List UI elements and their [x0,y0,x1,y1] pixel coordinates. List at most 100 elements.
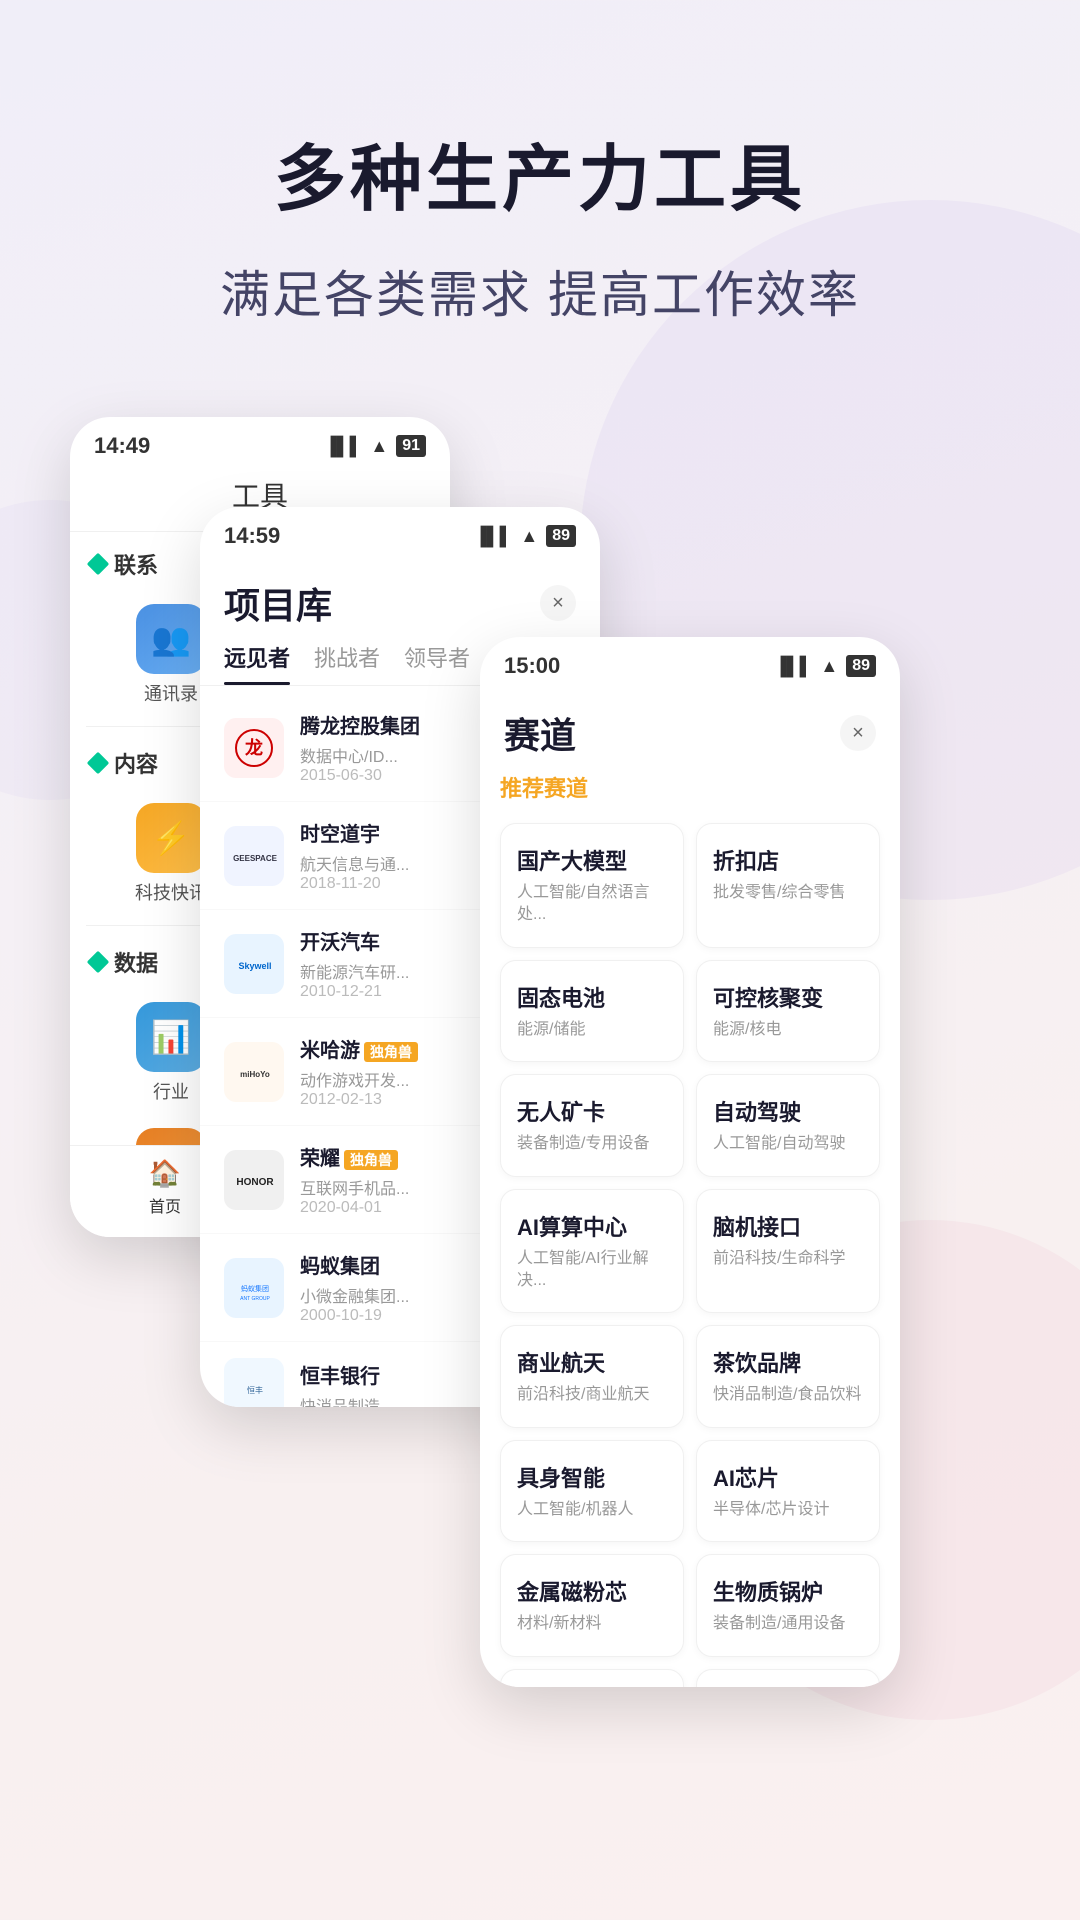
track-card-sub: 材料/新材料 [517,1613,667,1635]
company-date: 2015-06-30 [300,767,480,785]
track-card-sub: 装备制造/专用设备 [517,1133,667,1155]
battery-front: 89 [846,655,876,677]
status-bar-tools: 14:49 ▐▌▌ ▲ 91 [70,417,450,467]
wifi-icon-front: ▲ [820,656,838,677]
contacts-icon: 👥 [136,604,206,674]
independent-badge: 独角兽 [344,1150,398,1170]
company-info-hengfeng: 恒丰银行 快消品制造 [300,1360,480,1408]
company-name: 开沃汽车 [300,926,496,955]
svg-text:蚂蚁集团: 蚂蚁集团 [241,1284,269,1293]
diamond-icon-data [87,951,110,974]
company-name: 米哈游独角兽 [300,1034,496,1063]
company-desc: 新能源汽车研... [300,959,496,983]
track-card[interactable]: 可控核聚变 能源/核电 [696,960,880,1062]
project-library-title: 项目库 [224,577,332,629]
track-card-sub: 能源/储能 [517,1019,667,1041]
tech-news-label: 科技快讯 [135,879,207,905]
company-desc: 小微金融集团... [300,1283,496,1307]
track-card[interactable]: 国产大模型 人工智能/自然语言处... [500,823,684,948]
track-card[interactable]: 固态电池 能源/储能 [500,960,684,1062]
company-logo-tenglong: 龙 [224,718,284,778]
svg-text:GEESPACE: GEESPACE [233,854,278,863]
hero-title: 多种生产力工具 [0,120,1080,225]
industry-icon: 📊 [136,1002,206,1072]
track-card[interactable]: AI算算中心 人工智能/AI行业解决... [500,1189,684,1314]
time-front: 15:00 [504,653,560,679]
track-card[interactable]: 无人矿卡 装备制造/专用设备 [500,1074,684,1176]
recommended-track-label: 推荐赛道 [480,771,900,811]
wifi-icon: ▲ [370,436,388,457]
company-desc: 航天信息与通... [300,851,500,875]
track-card-title: 自动驾驶 [713,1095,863,1127]
track-card[interactable]: 碳纳米管 材料/新材料 [696,1669,880,1687]
track-card-title: 国产大模型 [517,844,667,876]
track-card-title: 商业航天 [517,1346,667,1378]
track-card-sub: 半导体/芯片设计 [713,1499,863,1521]
track-card[interactable]: 自动驾驶 人工智能/自动驾驶 [696,1074,880,1176]
track-card[interactable]: 生物质锅炉 装备制造/通用设备 [696,1554,880,1656]
hero-subtitle: 满足各类需求 提高工作效率 [0,255,1080,327]
track-card-title: 生物质锅炉 [713,1575,863,1607]
track-card-title: 金属磁粉芯 [517,1575,667,1607]
company-info-mihoyo: 米哈游独角兽 动作游戏开发... 2012-02-13 [300,1034,496,1109]
track-card[interactable]: 茶饮品牌 快消品制造/食品饮料 [696,1325,880,1427]
track-card-title: 可控核聚变 [713,981,863,1013]
svg-text:Skywell: Skywell [238,961,271,971]
company-desc: 互联网手机品... [300,1175,500,1199]
home-label: 首页 [149,1193,181,1217]
svg-text:ANT GROUP: ANT GROUP [240,1296,270,1302]
company-logo-skywell: Skywell [224,934,284,994]
hero-section: 多种生产力工具 满足各类需求 提高工作效率 [0,0,1080,387]
track-card-sub: 能源/核电 [713,1019,863,1041]
svg-text:龙: 龙 [245,737,263,758]
signal-icon-front: ▐▌▌ [774,656,812,677]
track-panel-title: 赛道 [504,707,576,759]
status-icons-tools: ▐▌▌ ▲ 91 [324,435,426,457]
track-close-btn[interactable]: × [840,715,876,751]
track-card[interactable]: 金属磁粉芯 材料/新材料 [500,1554,684,1656]
company-desc: 数据中心/ID... [300,743,480,767]
svg-text:miHoYo: miHoYo [240,1070,270,1079]
time-tools: 14:49 [94,433,150,459]
battery-tools: 91 [396,435,426,457]
track-card-title: 具身智能 [517,1461,667,1493]
track-card-title: AI算算中心 [517,1210,667,1242]
company-info-ant: 蚂蚁集团 小微金融集团... 2000-10-19 [300,1250,496,1325]
company-logo-ant: 蚂蚁集团 ANT GROUP [224,1258,284,1318]
track-card[interactable]: 脑机接口 前沿科技/生命科学 [696,1189,880,1314]
tab-challenger[interactable]: 挑战者 [314,641,380,685]
track-card[interactable]: AI芯片 半导体/芯片设计 [696,1440,880,1542]
track-card[interactable]: 具身智能 人工智能/机器人 [500,1440,684,1542]
track-card[interactable]: 折扣店 批发零售/综合零售 [696,823,880,948]
track-card[interactable]: 商业航天 前沿科技/商业航天 [500,1325,684,1427]
diamond-icon-contact [87,553,110,576]
tab-visionary[interactable]: 远见者 [224,641,290,685]
company-name: 时空道宇 [300,818,500,847]
track-card[interactable]: 放射性同位素 前沿科技/生命科学 [500,1669,684,1687]
status-icons-mid: ▐▌▌ ▲ 89 [474,525,576,547]
track-card-sub: 批发零售/综合零售 [713,882,863,904]
svg-text:恒丰: 恒丰 [247,1385,263,1395]
industry-label: 行业 [153,1078,189,1104]
track-card-title: 茶饮品牌 [713,1346,863,1378]
project-library-close[interactable]: × [540,585,576,621]
track-card-sub: 装备制造/通用设备 [713,1613,863,1635]
tab-leader[interactable]: 领导者 [404,641,470,685]
track-card-title: 折扣店 [713,844,863,876]
contacts-label: 通讯录 [144,680,198,706]
company-logo-mihoyo: miHoYo [224,1042,284,1102]
signal-icon-mid: ▐▌▌ [474,526,512,547]
company-date: 2000-10-19 [300,1307,496,1325]
status-bar-mid: 14:59 ▐▌▌ ▲ 89 [200,507,600,557]
phones-container: 14:49 ▐▌▌ ▲ 91 工具 联系 👥 通讯录 👤 人脉发现 [0,387,1080,1787]
company-logo-hengfeng: 恒丰 [224,1358,284,1407]
track-card-title: AI芯片 [713,1461,863,1493]
track-card-sub: 人工智能/自然语言处... [517,882,667,927]
battery-mid: 89 [546,525,576,547]
wifi-icon-mid: ▲ [520,526,538,547]
company-info-skywell: 开沃汽车 新能源汽车研... 2010-12-21 [300,926,496,1001]
company-logo-geespace: GEESPACE [224,826,284,886]
track-card-sub: 快消品制造/食品饮料 [713,1384,863,1406]
company-desc: 快消品制造 [300,1393,480,1408]
phone-track: 15:00 ▐▌▌ ▲ 89 赛道 × 推荐赛道 国产大模型 人工智能/自然语言… [480,637,900,1687]
